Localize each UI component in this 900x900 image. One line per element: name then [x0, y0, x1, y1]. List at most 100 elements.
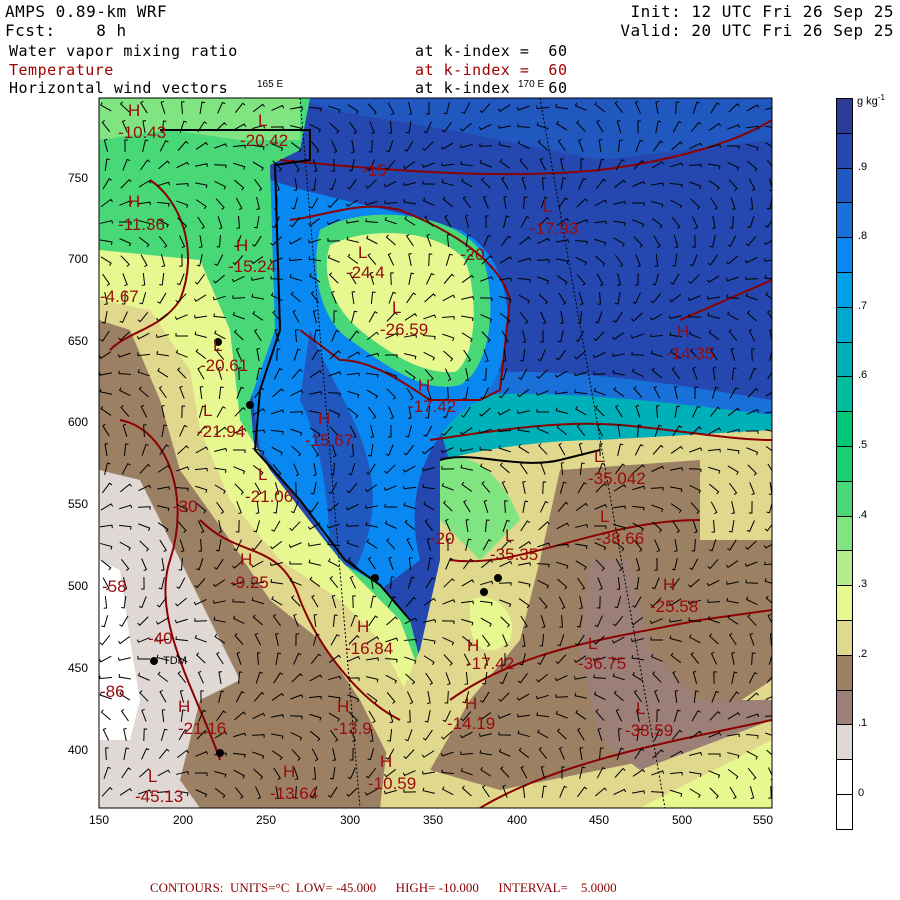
contour-extremum-marker: H — [418, 376, 431, 395]
colorbar-unit-exponent: -1 — [877, 93, 885, 102]
colorbar-tick-label: .1 — [858, 717, 868, 730]
contour-extremum-marker: L — [543, 197, 553, 216]
colorbar-tick-label: .2 — [858, 647, 868, 660]
contour-label: -38.59 — [625, 721, 674, 740]
colorbar-tick-label: .6 — [858, 369, 868, 382]
contour-label: -20.42 — [240, 131, 289, 150]
contour-label: -13.64 — [270, 784, 319, 803]
contour-extremum-marker: L — [258, 465, 268, 484]
colorbar-swatch — [837, 203, 852, 239]
contour-extremum-marker: H — [128, 192, 141, 211]
y-tick-label: 450 — [68, 661, 89, 675]
contour-label: -17.42 — [466, 654, 515, 673]
colorbar-tick-label: .7 — [858, 299, 868, 312]
contour-label: -10.59 — [368, 774, 417, 793]
contour-label: -9.25 — [230, 573, 269, 592]
colorbar-swatch — [837, 690, 852, 726]
y-tick-label: 600 — [68, 415, 89, 429]
colorbar-swatch — [837, 272, 852, 308]
colorbar-swatch — [837, 551, 852, 587]
contour-extremum-marker: H — [178, 697, 191, 716]
contour-label: -25.58 — [650, 597, 699, 616]
land-region — [720, 460, 772, 540]
station-marker — [480, 588, 488, 596]
x-tick-label: 500 — [672, 813, 693, 827]
contour-label: -30 — [173, 497, 198, 516]
contour-extremum-marker: L — [505, 526, 515, 545]
contour-label: -26.59 — [380, 320, 429, 339]
station-marker — [494, 574, 502, 582]
colorbar-swatch — [837, 620, 852, 656]
contour-extremum-marker: H — [663, 575, 676, 594]
colorbar-tick-label: 0 — [858, 787, 865, 799]
contour-extremum-marker: L — [588, 634, 598, 653]
contour-label: -40 — [148, 629, 173, 648]
station-marker — [246, 401, 254, 409]
contour-label: -4.67 — [100, 287, 139, 306]
x-tick-label: 400 — [507, 813, 528, 827]
contour-label: -35.042 — [588, 469, 646, 488]
contour-extremum-marker: L — [594, 447, 604, 466]
colorbar-swatch — [837, 342, 852, 378]
colorbar-swatch — [837, 481, 852, 517]
colorbar-unit-text: g kg — [857, 95, 878, 108]
contour-label: -17.93 — [530, 219, 579, 238]
colorbar-swatch — [837, 133, 852, 169]
contour-label: -13.9 — [333, 719, 372, 738]
contour-label: -38.66 — [596, 529, 645, 548]
contour-extremum-marker: H — [467, 636, 480, 655]
colorbar-swatch — [837, 760, 852, 795]
contour-extremum-marker: L — [636, 699, 646, 718]
contour-extremum-marker: L — [392, 298, 402, 317]
contour-extremum-marker: H — [240, 550, 253, 569]
y-tick-label: 500 — [68, 579, 89, 593]
colorbar-swatch — [837, 412, 852, 447]
contour-extremum-marker: L — [358, 243, 368, 262]
colorbar-swatch — [837, 586, 852, 621]
y-tick-label: 400 — [68, 743, 89, 757]
contour-extremum-marker: H — [357, 617, 370, 636]
contour-extremum-marker: H — [236, 236, 249, 255]
x-tick-label: 250 — [256, 813, 277, 827]
colorbar — [836, 98, 853, 830]
contour-label: -14.35 — [666, 344, 715, 363]
contour-label: -21.16 — [178, 719, 227, 738]
colorbar-tick-label: .5 — [858, 439, 868, 451]
contour-extremum-marker: L — [258, 111, 268, 130]
x-tick-label: 450 — [589, 813, 610, 827]
x-tick-label: 200 — [173, 813, 194, 827]
contour-label: -20 — [460, 245, 485, 264]
contour-label: -86 — [100, 682, 125, 701]
y-tick-label: 550 — [68, 497, 89, 511]
contour-label: -16.84 — [345, 639, 394, 658]
colorbar-tick-label: .9 — [858, 160, 868, 173]
contour-label: -20.61 — [200, 356, 249, 375]
contour-label: -15 — [362, 161, 387, 180]
contour-label: -11.36 — [118, 215, 165, 234]
contour-label: -36.75 — [578, 654, 627, 673]
x-tick-label: 550 — [753, 813, 774, 827]
colorbar-unit: g kg-1 — [857, 93, 885, 108]
colorbar-tick-label: .4 — [858, 508, 868, 521]
colorbar-swatch — [837, 377, 852, 413]
contour-extremum-marker: L — [600, 507, 610, 526]
contour-label: -58 — [102, 577, 127, 596]
colorbar-tick-label: .8 — [858, 230, 868, 243]
x-tick-label: 150 — [89, 813, 110, 827]
contour-extremum-marker: H — [465, 694, 478, 713]
station-marker — [150, 657, 158, 665]
contour-extremum-marker: H — [318, 409, 331, 428]
colorbar-swatch — [837, 655, 852, 691]
contour-label: -14.19 — [447, 714, 496, 733]
contour-extremum-marker: H — [380, 752, 393, 771]
colorbar-swatch — [837, 725, 852, 761]
contour-label: -17.42 — [408, 397, 457, 416]
x-tick-label: 300 — [340, 813, 361, 827]
colorbar-swatch — [837, 516, 852, 552]
contour-extremum-marker: H — [283, 762, 296, 781]
colorbar-swatch — [837, 307, 852, 343]
contour-extremum-marker: H — [677, 322, 690, 341]
contour-info-footer: CONTOURS: UNITS=°C LOW= -45.000 HIGH= -1… — [150, 880, 617, 895]
contour-label: -20 — [430, 529, 455, 548]
x-tick-label: 350 — [423, 813, 444, 827]
